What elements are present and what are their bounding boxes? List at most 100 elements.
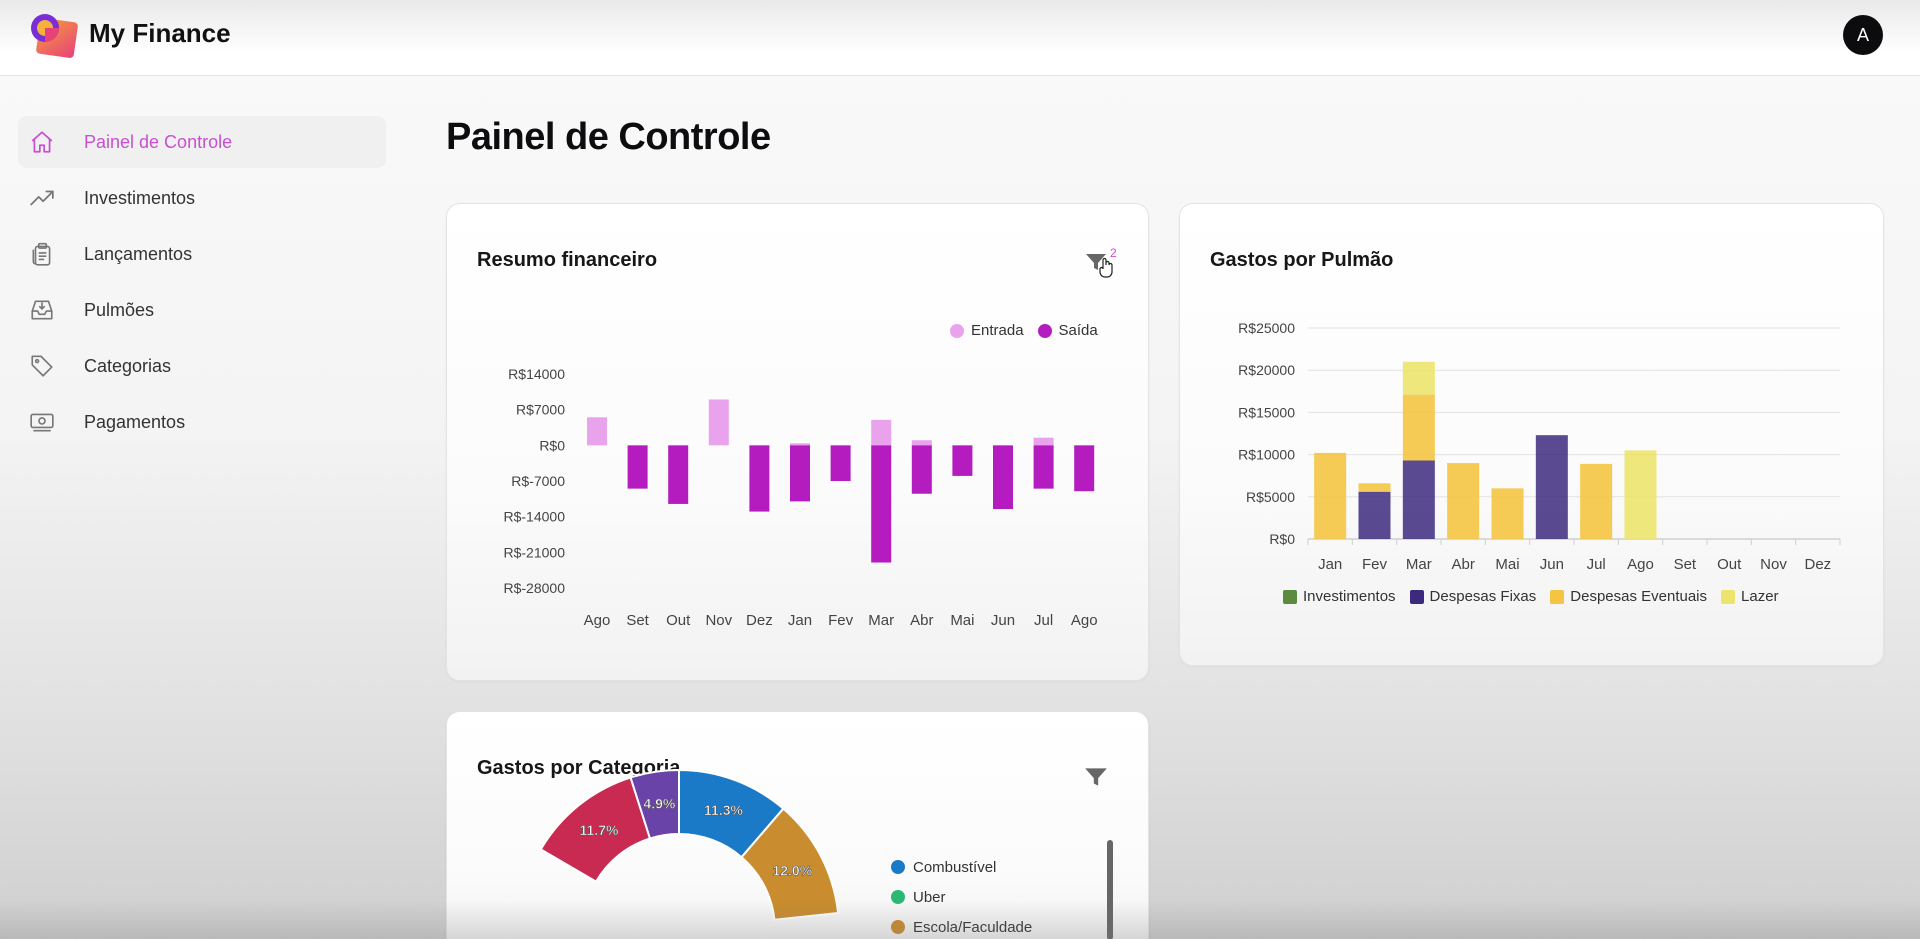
x-tick-label: Ago [584, 612, 611, 629]
bar-saida [871, 445, 892, 563]
x-tick-label: Mar [1406, 556, 1432, 573]
x-tick-label: Mai [950, 612, 974, 629]
bar-despesas-fixas [1535, 435, 1568, 539]
y-tick-label: R$-28000 [504, 580, 566, 596]
legend-despesas-eventuais[interactable]: Despesas Eventuais [1550, 588, 1707, 605]
x-tick-label: Jan [1318, 556, 1342, 573]
chart-legend: Investimentos Despesas Fixas Despesas Ev… [1283, 588, 1793, 605]
user-avatar[interactable]: A [1843, 15, 1883, 55]
bar-despesas-eventuais [1358, 483, 1391, 492]
legend-label: Escola/Faculdade [913, 918, 1033, 936]
x-tick-label: Out [666, 612, 691, 629]
y-tick-label: R$25000 [1238, 320, 1295, 336]
clipboard-icon [28, 240, 56, 268]
x-tick-label: Jan [788, 612, 812, 629]
tag-icon [28, 352, 56, 380]
sidebar-item-painel[interactable]: Painel de Controle [18, 116, 386, 168]
legend-swatch [891, 860, 905, 874]
x-tick-label: Abr [910, 612, 933, 629]
x-tick-label: Abr [1451, 556, 1474, 573]
sidebar-item-label: Investimentos [84, 187, 196, 208]
legend-label: Despesas Fixas [1429, 588, 1537, 605]
bar-despesas-eventuais [1580, 463, 1613, 539]
legend-escola-faculdade[interactable]: Escola/Faculdade [891, 912, 1032, 939]
y-tick-label: R$10000 [1238, 447, 1295, 463]
legend-label: Investimentos [1303, 588, 1396, 605]
x-tick-label: Jul [1587, 556, 1606, 573]
sidebar-item-label: Painel de Controle [84, 131, 233, 152]
x-tick-label: Jun [991, 612, 1015, 629]
x-tick-label: Mar [868, 612, 894, 629]
legend-swatch [891, 920, 905, 934]
bar-saida [627, 445, 648, 489]
bar-despesas-eventuais [1447, 463, 1480, 539]
bar-despesas-eventuais [1314, 452, 1347, 539]
home-icon [28, 128, 56, 156]
legend-investimentos[interactable]: Investimentos [1283, 588, 1396, 605]
x-tick-label: Dez [746, 612, 773, 629]
bar-entrada [587, 417, 607, 446]
sidebar: Painel de Controle Investimentos Lançame… [18, 116, 386, 452]
bar-despesas-fixas [1358, 491, 1391, 539]
bar-saida [668, 445, 689, 504]
sidebar-item-label: Pagamentos [84, 411, 186, 432]
resumo-financeiro-chart: R$14000 R$7000 R$0 R$-7000 R$-14000 R$-21000 R… [504, 366, 1098, 629]
app-logo[interactable] [28, 12, 78, 58]
x-tick-label: Jun [1540, 556, 1564, 573]
gastos-por-categoria-card: Gastos por Categoria 11.3% 12.0% 4.9% 11.7%… [446, 711, 1149, 939]
sidebar-item-pagamentos[interactable]: Pagamentos [18, 396, 386, 448]
slice-label: 11.3% [704, 802, 743, 818]
page-title: Painel de Controle [446, 116, 771, 158]
y-tick-label: R$7000 [516, 402, 565, 418]
chart-legend: Combustível Uber Escola/Faculdade [891, 852, 1032, 939]
x-tick-label: Jul [1034, 612, 1053, 629]
bar-lazer [1402, 361, 1435, 395]
bar-entrada [708, 399, 729, 446]
x-tick-label: Set [626, 612, 649, 629]
bar-despesas-eventuais [1491, 488, 1524, 539]
slice-label: 12.0% [772, 862, 812, 878]
legend-swatch [1550, 589, 1565, 604]
bar-saida [790, 445, 810, 502]
sidebar-item-label: Pulmões [84, 299, 155, 320]
sidebar-item-investimentos[interactable]: Investimentos [18, 172, 386, 224]
x-tick-label: Dez [1804, 556, 1831, 573]
bar-saida [993, 445, 1013, 510]
slice-label: 11.7% [580, 822, 619, 838]
y-tick-label: R$-7000 [511, 473, 565, 489]
legend-uber[interactable]: Uber [891, 882, 1032, 912]
legend-combustivel[interactable]: Combustível [891, 852, 1032, 882]
bar-entrada [1033, 437, 1054, 446]
bar-saida [1074, 445, 1095, 492]
top-bar: My Finance A [0, 0, 1920, 76]
legend-label: Uber [913, 888, 946, 906]
trending-up-icon [28, 184, 56, 212]
gastos-por-categoria-chart: 11.3% 12.0% 4.9% 11.7% [539, 768, 840, 921]
sidebar-item-lancamentos[interactable]: Lançamentos [18, 228, 386, 280]
x-tick-label: Fev [1362, 556, 1388, 573]
x-tick-label: Mai [1495, 556, 1519, 573]
y-tick-label: R$0 [1269, 531, 1295, 547]
bar-despesas-eventuais [1402, 394, 1435, 461]
sidebar-item-categorias[interactable]: Categorias [18, 340, 386, 392]
legend-scrollbar[interactable] [1107, 840, 1113, 939]
legend-despesas-fixas[interactable]: Despesas Fixas [1409, 588, 1537, 605]
y-tick-label: R$14000 [508, 366, 565, 382]
legend-swatch [1409, 589, 1424, 604]
bar-lazer [1624, 450, 1657, 539]
x-tick-label: Out [1717, 556, 1742, 573]
legend-swatch [1721, 589, 1736, 604]
x-tick-label: Nov [705, 612, 732, 629]
bar-entrada [871, 419, 892, 446]
legend-label: Lazer [1741, 588, 1779, 605]
x-tick-label: Fev [828, 612, 854, 629]
gastos-por-pulmao-card: Gastos por Pulmão R$25000 R$20000 R$15000 R… [1179, 203, 1884, 666]
inbox-icon [28, 296, 56, 324]
sidebar-item-pulmoes[interactable]: Pulmões [18, 284, 386, 336]
bar-despesas-fixas [1402, 460, 1435, 539]
bar-saida [1033, 445, 1054, 489]
legend-swatch [891, 890, 905, 904]
y-tick-label: R$20000 [1238, 362, 1295, 378]
legend-lazer[interactable]: Lazer [1721, 588, 1779, 605]
legend-label: Despesas Eventuais [1570, 588, 1708, 605]
